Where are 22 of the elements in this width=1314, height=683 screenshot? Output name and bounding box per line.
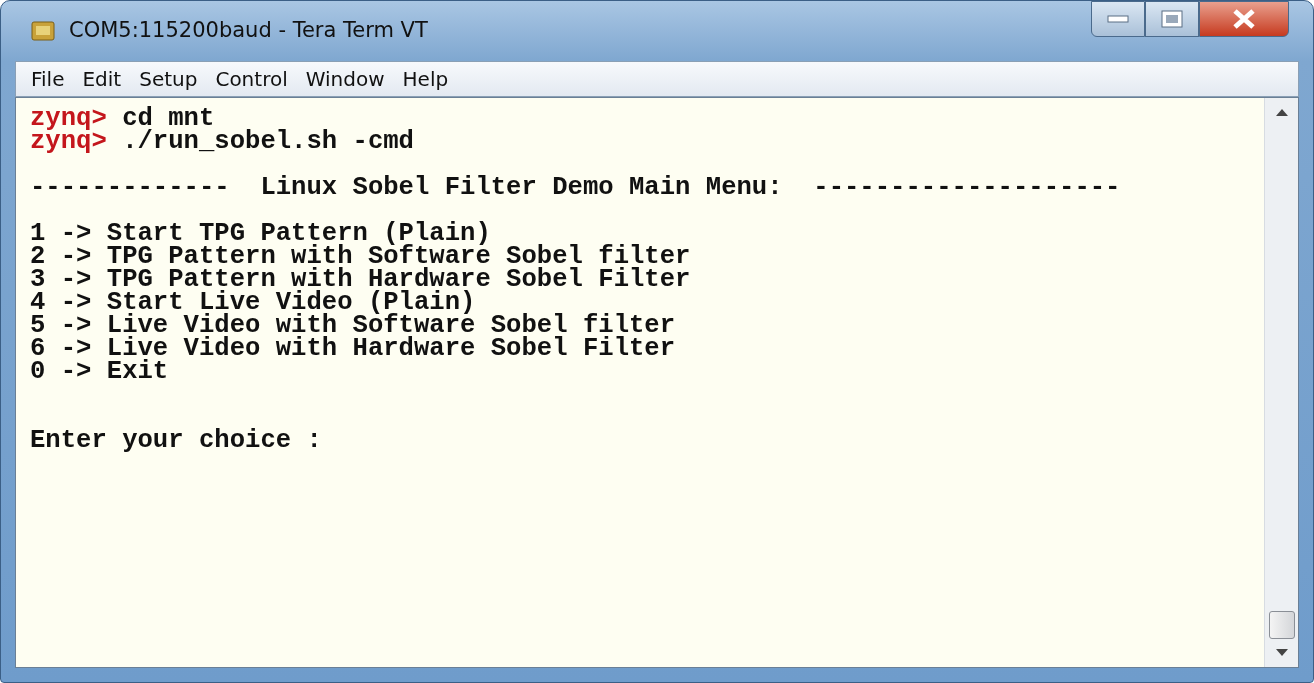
window-title: COM5:115200baud - Tera Term VT [69,17,428,45]
menu-item[interactable]: Setup [130,64,207,94]
minimize-icon [1107,15,1129,23]
menu-item[interactable]: Control [206,64,297,94]
close-icon [1231,8,1257,30]
menu-item[interactable]: Help [393,64,458,94]
vertical-scrollbar[interactable] [1264,98,1298,667]
maximize-button[interactable] [1145,1,1199,37]
menu-item[interactable]: Window [296,64,394,94]
menu-item[interactable]: Edit [73,64,131,94]
close-button[interactable] [1199,1,1289,37]
scroll-thumb[interactable] [1268,611,1295,639]
terminal-output-line: Enter your choice : [30,426,322,455]
terminal-app-icon [31,19,57,43]
shell-prompt: zynq> [30,104,107,133]
maximize-icon [1161,10,1183,28]
menu-item[interactable]: File [22,64,74,94]
terminal-output-line: ------------- Linux Sobel Filter Demo Main Menu: -------------------- [30,173,1121,202]
scroll-up-icon[interactable] [1275,108,1288,116]
minimize-button[interactable] [1091,1,1145,37]
command-text: ./run_sobel.sh -cmd [121,127,414,156]
scroll-down-icon[interactable] [1275,649,1288,657]
